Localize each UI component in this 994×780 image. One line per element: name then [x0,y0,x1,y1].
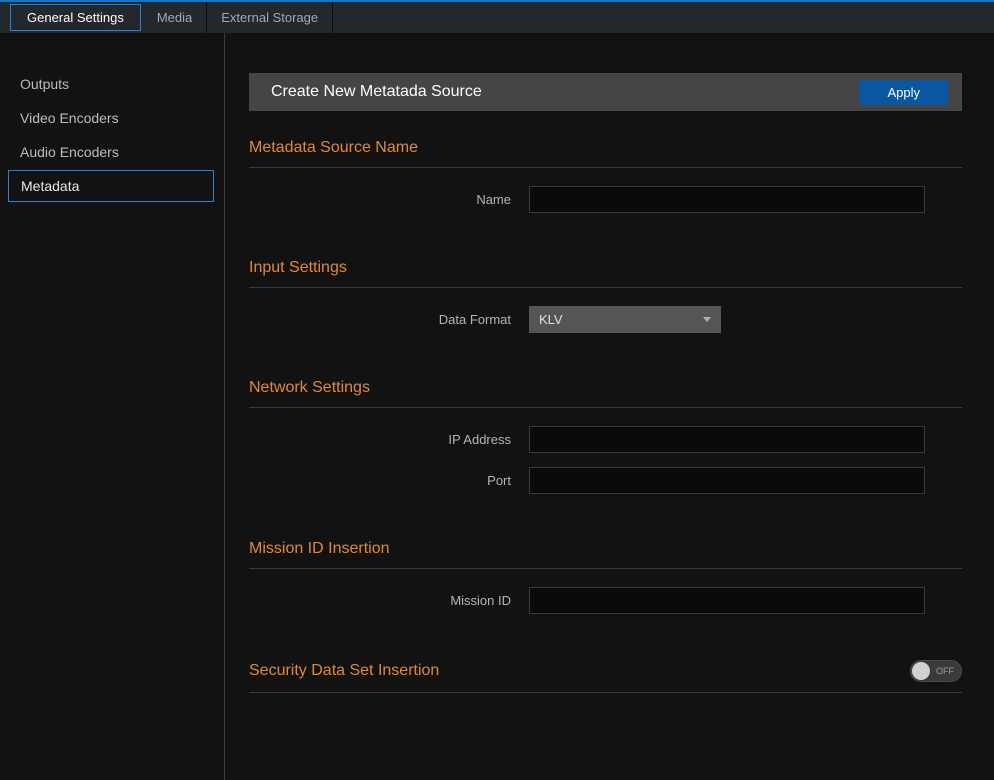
security-toggle[interactable]: OFF [910,660,962,682]
sidebar-item-metadata[interactable]: Metadata [8,170,214,202]
mission-id-label: Mission ID [249,593,529,608]
chevron-down-icon [703,317,711,322]
toggle-state-label: OFF [936,666,954,676]
data-format-label: Data Format [249,312,529,327]
panel-header: Create New Metatada Source Apply [249,73,962,111]
sidebar-item-outputs[interactable]: Outputs [8,68,214,100]
data-format-value: KLV [539,312,563,327]
section-title: Network Settings [249,379,962,408]
ip-address-input[interactable] [529,426,925,453]
section-network-settings: Network Settings IP Address Port [249,379,962,494]
section-title: Security Data Set Insertion [249,662,439,680]
ip-address-label: IP Address [249,432,529,447]
section-security-data-set-insertion: Security Data Set Insertion OFF [249,660,962,693]
tab-general-settings[interactable]: General Settings [10,4,141,31]
data-format-select[interactable]: KLV [529,306,721,333]
main-panel: Create New Metatada Source Apply Metadat… [225,33,994,780]
section-mission-id-insertion: Mission ID Insertion Mission ID [249,540,962,614]
name-input[interactable] [529,186,925,213]
section-metadata-source-name: Metadata Source Name Name [249,139,962,213]
section-title: Mission ID Insertion [249,540,962,569]
tab-media[interactable]: Media [143,2,207,33]
sidebar-item-audio-encoders[interactable]: Audio Encoders [8,136,214,168]
section-title: Metadata Source Name [249,139,962,168]
top-tabs: General Settings Media External Storage [0,0,994,33]
section-title: Input Settings [249,259,962,288]
port-label: Port [249,473,529,488]
mission-id-input[interactable] [529,587,925,614]
panel-title: Create New Metatada Source [271,83,482,101]
apply-button[interactable]: Apply [859,80,948,105]
port-input[interactable] [529,467,925,494]
section-input-settings: Input Settings Data Format KLV [249,259,962,333]
toggle-knob-icon [912,662,930,680]
name-label: Name [249,192,529,207]
tab-external-storage[interactable]: External Storage [207,2,333,33]
sidebar-item-video-encoders[interactable]: Video Encoders [8,102,214,134]
sidebar: Outputs Video Encoders Audio Encoders Me… [0,33,225,780]
